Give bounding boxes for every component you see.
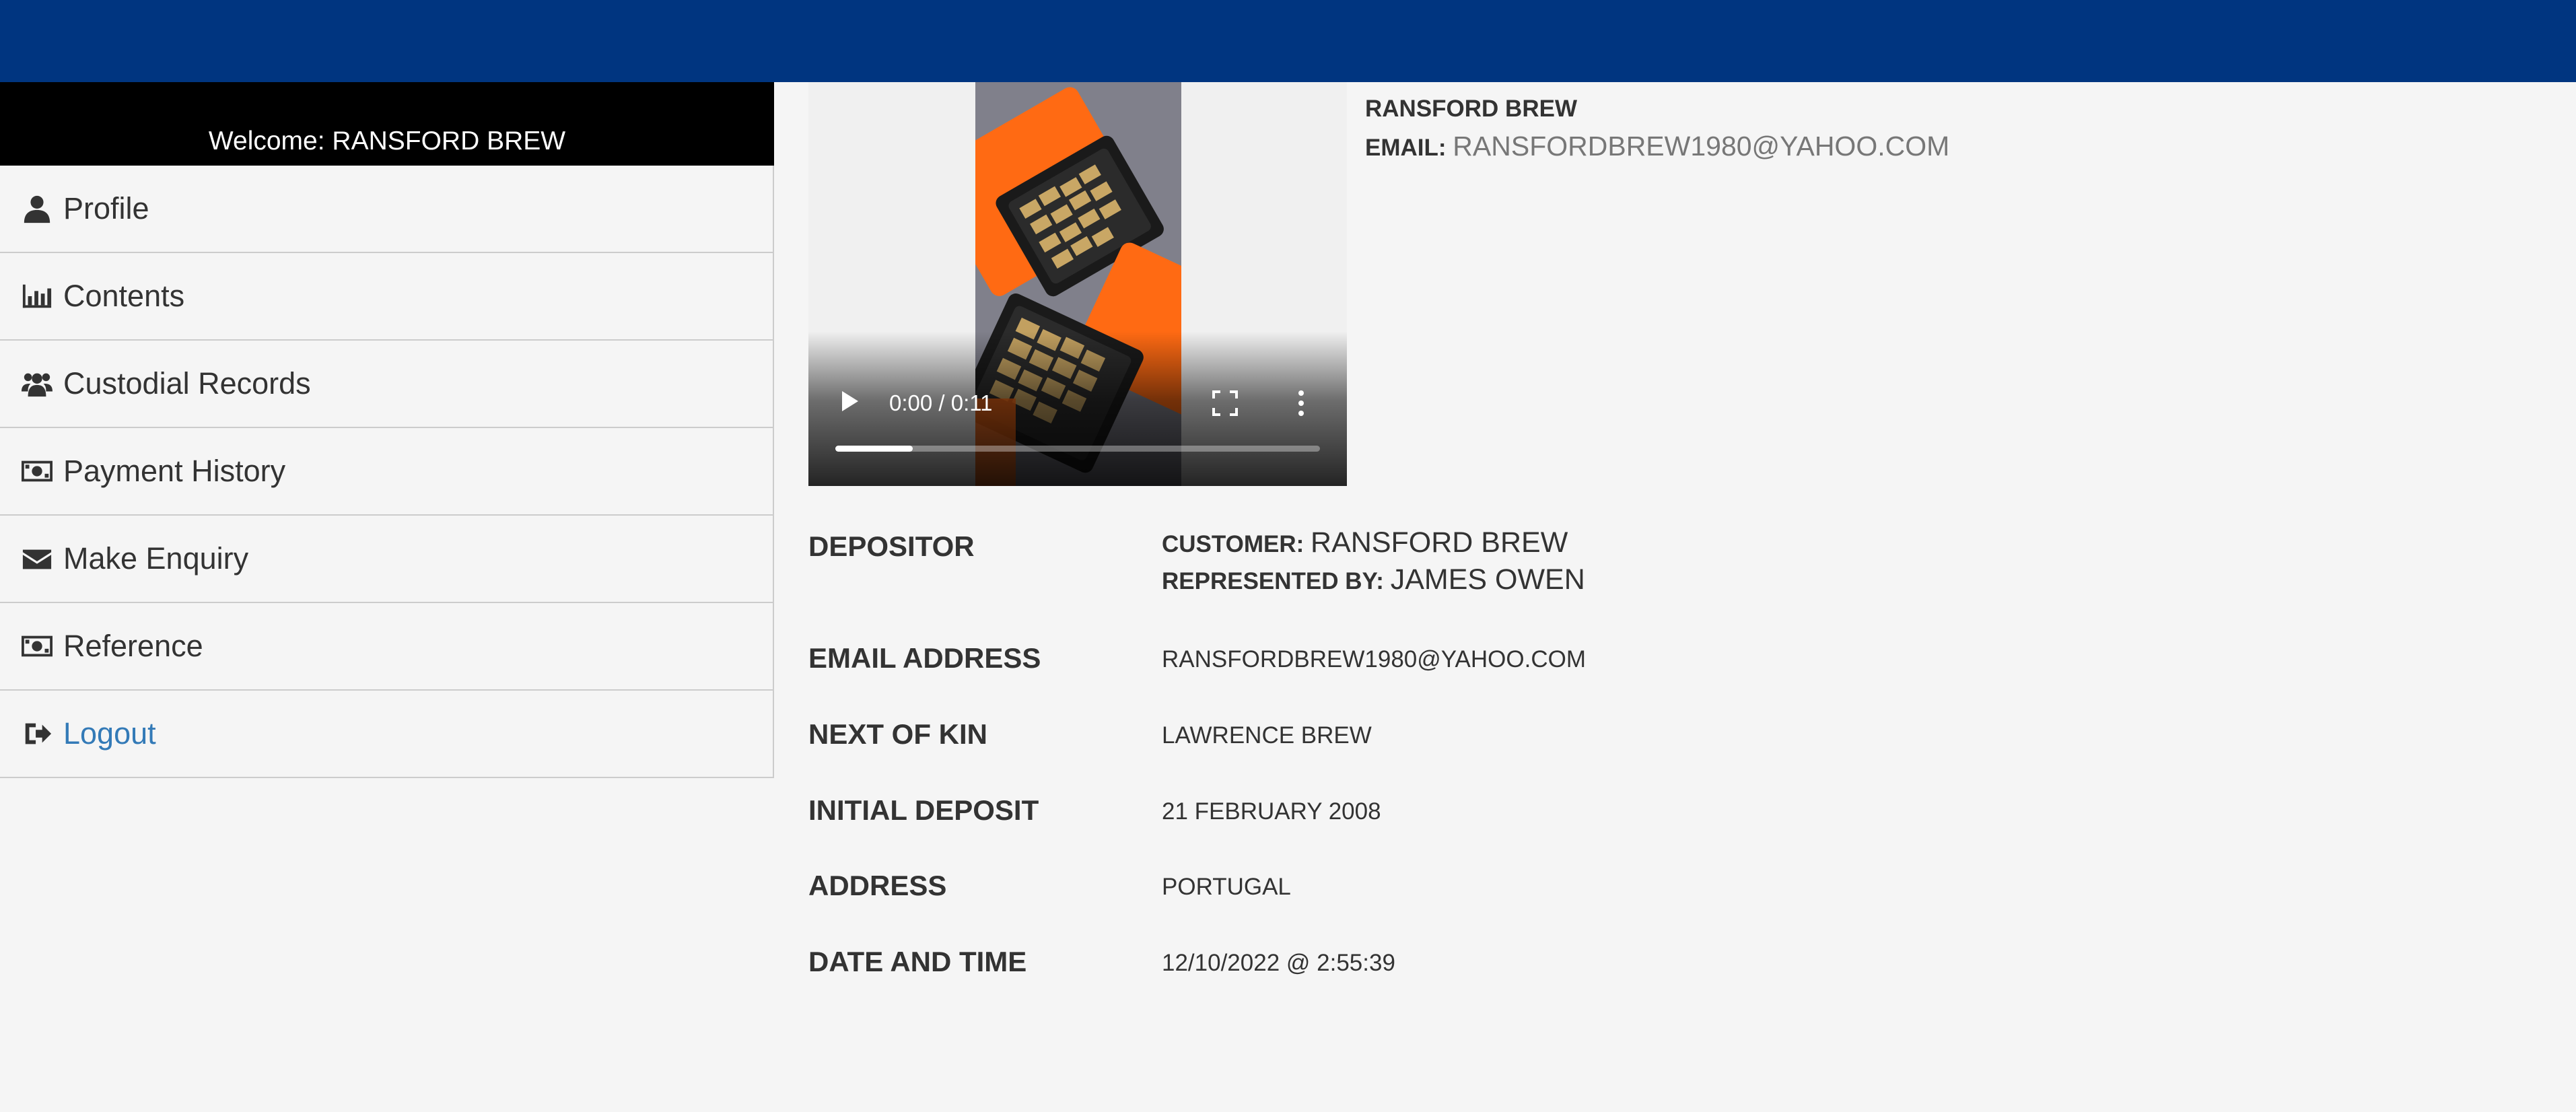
initial-deposit-value: 21 FEBRUARY 2008 (1162, 798, 1381, 825)
date-time-value: 12/10/2022 @ 2:55:39 (1162, 950, 1395, 976)
video-time-display: 0:00 / 0:11 (889, 390, 993, 415)
money-icon (20, 629, 54, 663)
sign-out-icon (20, 717, 54, 751)
sidebar-menu: Profile Contents Custodial Records Payme… (0, 166, 774, 778)
play-icon[interactable] (841, 390, 860, 413)
sidebar-item-label: Custodial Records (63, 366, 311, 401)
customer-line: CUSTOMER: RANSFORD BREW (1162, 526, 1585, 559)
welcome-text: Welcome: RANSFORD BREW (208, 127, 566, 155)
address-label: ADDRESS (808, 870, 947, 901)
next-of-kin-value: LAWRENCE BREW (1162, 722, 1372, 749)
sidebar-item-label: Profile (63, 191, 149, 225)
depositor-label: DEPOSITOR (808, 530, 975, 562)
sidebar-item-label: Make Enquiry (63, 541, 249, 576)
address-value: PORTUGAL (1162, 874, 1291, 900)
email-label: EMAIL ADDRESS (808, 642, 1041, 674)
sidebar-item-logout[interactable]: Logout (0, 691, 773, 778)
sidebar-item-label: Reference (63, 629, 203, 663)
top-navigation-bar (0, 0, 2576, 82)
account-email-value: RANSFORDBREW1980@YAHOO.COM (1453, 131, 1950, 162)
customer-key: CUSTOMER: (1162, 531, 1304, 557)
sidebar-item-payment-history[interactable]: Payment History (0, 428, 773, 516)
money-icon (20, 454, 54, 488)
depositor-value: CUSTOMER: RANSFORD BREW REPRESENTED BY: … (1162, 526, 1585, 596)
next-of-kin-label: NEXT OF KIN (808, 718, 988, 750)
sidebar-item-label: Contents (63, 279, 185, 313)
account-email-row: EMAIL: RANSFORDBREW1980@YAHOO.COM (1365, 131, 1949, 162)
sidebar-item-contents[interactable]: Contents (0, 253, 773, 341)
account-email-label: EMAIL: (1365, 135, 1447, 161)
sidebar-item-custodial-records[interactable]: Custodial Records (0, 341, 773, 428)
represented-line: REPRESENTED BY: JAMES OWEN (1162, 563, 1585, 596)
sidebar: Welcome: RANSFORD BREW Profile Contents … (0, 82, 774, 778)
represented-value: JAMES OWEN (1390, 563, 1585, 596)
initial-deposit-label: INITIAL DEPOSIT (808, 794, 1039, 826)
fullscreen-icon[interactable] (1212, 390, 1238, 416)
bar-chart-icon (20, 279, 54, 313)
user-icon (20, 192, 54, 225)
sidebar-item-make-enquiry[interactable]: Make Enquiry (0, 516, 773, 603)
sidebar-item-profile[interactable]: Profile (0, 166, 773, 253)
video-player[interactable]: 0:00 / 0:11 (808, 82, 1347, 486)
more-options-icon[interactable] (1296, 389, 1307, 417)
customer-value: RANSFORD BREW (1311, 526, 1568, 559)
video-progress-buffered (835, 446, 913, 452)
welcome-banner: Welcome: RANSFORD BREW (0, 82, 774, 166)
envelope-icon (20, 542, 54, 576)
email-value: RANSFORDBREW1980@YAHOO.COM (1162, 646, 1586, 672)
account-header: RANSFORD BREW EMAIL: RANSFORDBREW1980@YA… (1365, 96, 1949, 162)
sidebar-item-reference[interactable]: Reference (0, 603, 773, 691)
video-progress-bar[interactable] (835, 446, 1320, 452)
represented-key: REPRESENTED BY: (1162, 568, 1384, 594)
account-name: RANSFORD BREW (1365, 96, 1577, 122)
video-controls (808, 446, 1347, 486)
date-time-label: DATE AND TIME (808, 946, 1027, 977)
sidebar-item-label: Logout (63, 716, 156, 751)
users-icon (20, 367, 54, 401)
sidebar-item-label: Payment History (63, 454, 286, 488)
